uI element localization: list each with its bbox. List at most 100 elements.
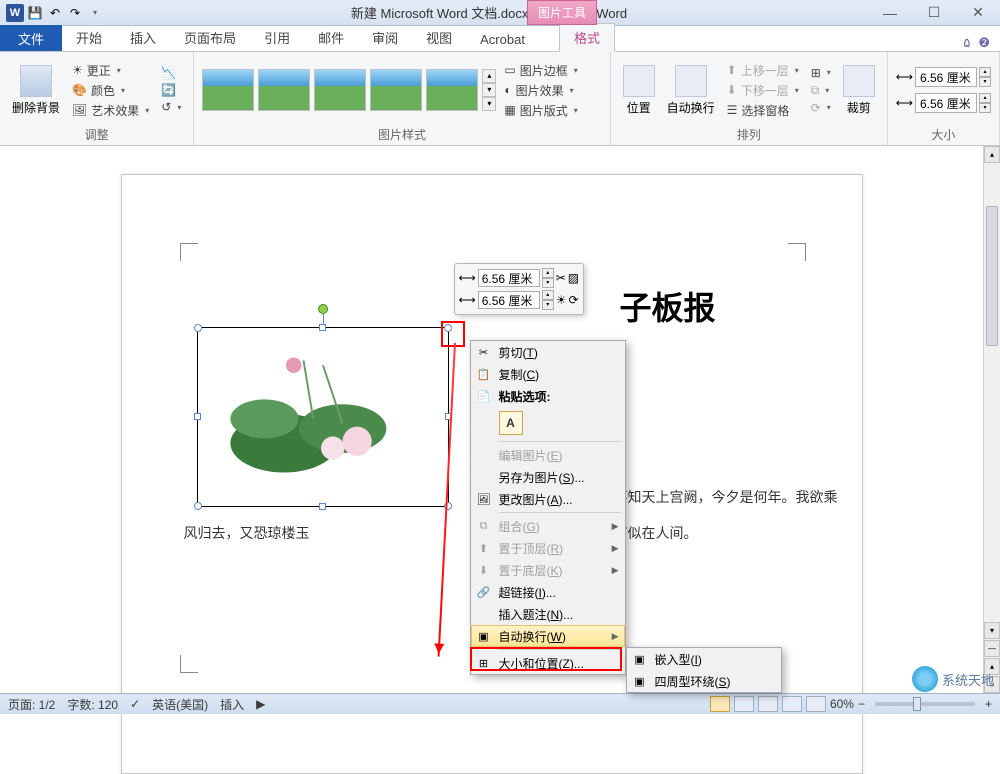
ft-width-input[interactable] (478, 291, 540, 309)
resize-handle-sw[interactable] (194, 502, 202, 510)
resize-handle-nw[interactable] (194, 324, 202, 332)
minimize-button[interactable]: — (874, 3, 906, 23)
remove-background-button[interactable]: 删除背景 (8, 63, 64, 118)
view-draft[interactable] (806, 696, 826, 712)
sm-square[interactable]: ▣四周型环绕(S) (627, 670, 781, 692)
height-spin-up[interactable]: ▴ (979, 67, 991, 77)
tab-references[interactable]: 引用 (250, 24, 304, 51)
gallery-more-icon[interactable]: ▾ (482, 97, 496, 111)
style-thumb[interactable] (426, 69, 478, 111)
zoom-in-button[interactable]: + (985, 697, 992, 711)
status-page[interactable]: 页面: 1/2 (8, 696, 55, 713)
height-input[interactable] (915, 67, 977, 87)
word-app-icon[interactable]: W (6, 4, 24, 22)
crop-button[interactable]: 裁剪 (839, 63, 879, 118)
cm-save-as-picture[interactable]: 另存为图片(S)... (471, 466, 625, 488)
rotate-handle[interactable] (318, 304, 328, 314)
cm-wrap-text[interactable]: ▣自动换行(W)▶ (471, 625, 625, 647)
ft-brightness-icon[interactable]: ☀ (556, 293, 567, 307)
resize-handle-w[interactable] (194, 413, 201, 420)
picture-border-button[interactable]: ▭图片边框▾ (500, 61, 581, 80)
width-input[interactable] (915, 93, 977, 113)
zoom-level[interactable]: 60% (830, 697, 854, 711)
selected-image[interactable] (197, 327, 449, 507)
help-icon[interactable]: ❷ (978, 35, 990, 51)
reset-picture-button[interactable]: ↺▾ (157, 99, 185, 115)
status-mode[interactable]: 插入 (220, 696, 244, 713)
sm-inline[interactable]: ▣嵌入型(I) (627, 648, 781, 670)
vertical-scrollbar[interactable]: ▴ ▾ — ▴ ○ (983, 146, 1000, 693)
zoom-slider-thumb[interactable] (913, 697, 921, 711)
picture-layout-button[interactable]: ▦图片版式▾ (500, 101, 581, 120)
paste-option-keep-text[interactable]: A (499, 411, 523, 435)
width-spin-down[interactable]: ▾ (979, 103, 991, 113)
ribbon-minimize-icon[interactable]: ۵ (963, 35, 970, 51)
style-gallery[interactable]: ▴ ▾ ▾ (202, 69, 496, 111)
close-button[interactable]: ✕ (962, 3, 994, 23)
view-full-screen[interactable] (734, 696, 754, 712)
view-web-layout[interactable] (758, 696, 778, 712)
change-picture-button[interactable]: 🔄 (157, 82, 185, 98)
resize-handle-n[interactable] (319, 324, 326, 331)
zoom-out-button[interactable]: − (858, 697, 865, 711)
tab-acrobat[interactable]: Acrobat (466, 28, 539, 51)
view-print-layout[interactable] (710, 696, 730, 712)
redo-icon[interactable]: ↷ (66, 4, 84, 22)
status-spellcheck-icon[interactable]: ✓ (130, 697, 140, 711)
save-icon[interactable]: 💾 (26, 4, 44, 22)
wrap-text-button[interactable]: 自动换行 (663, 63, 719, 118)
cm-cut[interactable]: ✂剪切(T) (471, 341, 625, 363)
resize-handle-s[interactable] (319, 503, 326, 510)
ft-rotate-icon[interactable]: ⟳ (568, 293, 578, 307)
tab-page-layout[interactable]: 页面布局 (170, 24, 250, 51)
status-language[interactable]: 英语(美国) (152, 696, 208, 713)
scroll-down-button[interactable]: ▾ (984, 622, 1000, 639)
qat-customize-icon[interactable]: ▾ (86, 4, 104, 22)
cm-copy[interactable]: 📋复制(C) (471, 363, 625, 385)
corrections-button[interactable]: ☀更正▾ (68, 61, 153, 80)
ft-bg-icon[interactable]: ▨ (568, 271, 579, 285)
page-container[interactable]: ⟷▴▾✂▨ ⟷▴▾☀⟳ 子板报 (0, 146, 983, 693)
page[interactable]: ⟷▴▾✂▨ ⟷▴▾☀⟳ 子板报 (121, 174, 863, 774)
send-backward-button: ⬇下移一层▾ (723, 81, 803, 100)
scroll-thumb[interactable] (986, 206, 998, 346)
selection-pane-button[interactable]: ☰选择窗格 (723, 101, 803, 120)
ft-crop-icon[interactable]: ✂ (556, 271, 566, 285)
compress-button[interactable]: 📉 (157, 65, 185, 81)
ft-height-input[interactable] (478, 269, 540, 287)
width-spin-up[interactable]: ▴ (979, 93, 991, 103)
status-words[interactable]: 字数: 120 (67, 696, 118, 713)
gallery-up-icon[interactable]: ▴ (482, 69, 496, 83)
tab-view[interactable]: 视图 (412, 24, 466, 51)
style-thumb[interactable] (370, 69, 422, 111)
zoom-slider[interactable] (875, 702, 975, 706)
cm-change-picture[interactable]: 🖼更改图片(A)... (471, 488, 625, 510)
gallery-down-icon[interactable]: ▾ (482, 83, 496, 97)
undo-icon[interactable]: ↶ (46, 4, 64, 22)
scroll-up-button[interactable]: ▴ (984, 146, 1000, 163)
color-button[interactable]: 🎨颜色▾ (68, 81, 153, 100)
tab-format[interactable]: 格式 (559, 23, 615, 52)
square-wrap-icon: ▣ (631, 673, 649, 689)
tab-insert[interactable]: 插入 (116, 24, 170, 51)
file-tab[interactable]: 文件 (0, 25, 62, 51)
picture-effects-button[interactable]: ◐图片效果▾ (500, 81, 581, 100)
cm-hyperlink[interactable]: 🔗超链接(I)... (471, 581, 625, 603)
position-button[interactable]: 位置 (619, 63, 659, 118)
style-thumb[interactable] (202, 69, 254, 111)
group-arrange: 位置 自动换行 ⬆上移一层▾ ⬇下移一层▾ ☰选择窗格 ⊞▾ ⧉▾ ⟳▾ 裁剪 … (611, 52, 888, 145)
browse-sep[interactable]: — (984, 640, 1000, 657)
height-spin-down[interactable]: ▾ (979, 77, 991, 87)
style-thumb[interactable] (314, 69, 366, 111)
style-thumb[interactable] (258, 69, 310, 111)
align-button[interactable]: ⊞▾ (807, 65, 835, 81)
artistic-effects-button[interactable]: 🖼艺术效果▾ (68, 101, 153, 120)
front-icon: ⬆ (475, 540, 493, 556)
tab-review[interactable]: 审阅 (358, 24, 412, 51)
cm-insert-caption[interactable]: 插入题注(N)... (471, 603, 625, 625)
tab-home[interactable]: 开始 (62, 24, 116, 51)
view-outline[interactable] (782, 696, 802, 712)
status-macro-icon[interactable]: ▶ (256, 697, 265, 711)
maximize-button[interactable]: ☐ (918, 3, 950, 23)
tab-mailings[interactable]: 邮件 (304, 24, 358, 51)
